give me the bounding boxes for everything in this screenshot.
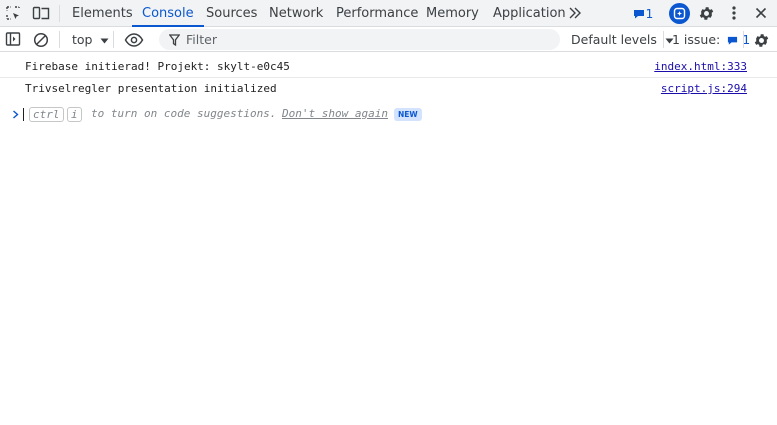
context-value: top — [72, 32, 93, 47]
tab-console[interactable]: Console — [132, 0, 204, 27]
tab-memory[interactable]: Memory — [426, 0, 479, 27]
tab-sources[interactable]: Sources — [206, 0, 257, 27]
sidebar-toggle-icon[interactable] — [5, 31, 21, 47]
prompt-chevron-icon — [11, 109, 19, 119]
close-icon[interactable] — [753, 5, 769, 21]
message-text: Trivselregler presentation initialized — [25, 82, 277, 95]
tab-application[interactable]: Application — [493, 0, 566, 27]
dont-show-again-link[interactable]: Don't show again — [282, 103, 388, 125]
message-source-link[interactable]: script.js:294 — [661, 78, 747, 100]
context-selector[interactable]: top — [72, 27, 109, 52]
ai-assistance-icon[interactable] — [669, 3, 690, 24]
divider — [663, 31, 664, 48]
divider — [743, 31, 744, 48]
more-tabs-chevron-icon[interactable] — [567, 5, 583, 21]
divider — [113, 31, 114, 48]
filter-funnel-icon — [168, 33, 180, 46]
log-levels-label: Default levels — [571, 32, 657, 47]
issues-label: 1 issue: — [672, 32, 721, 47]
new-badge: NEW — [394, 108, 422, 121]
message-icon — [633, 9, 644, 18]
console-toolbar: top Default levels 1 issue: 1 — [0, 27, 777, 52]
inspect-element-icon[interactable] — [5, 5, 21, 21]
i-key: i — [67, 107, 82, 122]
issue-message-icon — [728, 36, 738, 45]
live-expression-eye-icon[interactable] — [123, 31, 144, 48]
tab-performance[interactable]: Performance — [336, 0, 418, 27]
console-prompt[interactable]: ctrl i to turn on code suggestions. Don'… — [0, 103, 777, 125]
device-toolbar-icon[interactable] — [32, 5, 50, 21]
messages-indicator[interactable]: 1 — [632, 6, 654, 21]
settings-gear-icon[interactable] — [697, 4, 715, 22]
dropdown-arrow-icon — [100, 38, 109, 43]
text-caret — [23, 108, 24, 121]
message-text: Firebase initierad! Projekt: skylt-e0c45 — [25, 60, 290, 73]
ctrl-key: ctrl — [29, 107, 64, 122]
divider — [59, 5, 60, 22]
code-suggestions-hint: to turn on code suggestions. — [91, 107, 277, 120]
console-message: Trivselregler presentation initialized s… — [0, 78, 777, 100]
console-settings-gear-icon[interactable] — [752, 31, 770, 49]
message-source-link[interactable]: index.html:333 — [654, 56, 747, 78]
messages-count: 1 — [645, 6, 654, 21]
clear-console-icon[interactable] — [32, 31, 49, 48]
issues-counter[interactable]: 1 issue: 1 — [672, 27, 750, 52]
filter-input[interactable] — [186, 29, 546, 50]
tab-elements[interactable]: Elements — [72, 0, 133, 27]
console-message: Firebase initierad! Projekt: skylt-e0c45… — [0, 56, 777, 78]
filter-box — [159, 29, 560, 50]
devtools-tab-bar: Elements Console Sources Network Perform… — [0, 0, 777, 27]
tab-network[interactable]: Network — [269, 0, 323, 27]
divider — [59, 31, 60, 48]
log-levels-dropdown[interactable]: Default levels — [571, 27, 674, 52]
more-options-icon[interactable] — [727, 4, 741, 22]
